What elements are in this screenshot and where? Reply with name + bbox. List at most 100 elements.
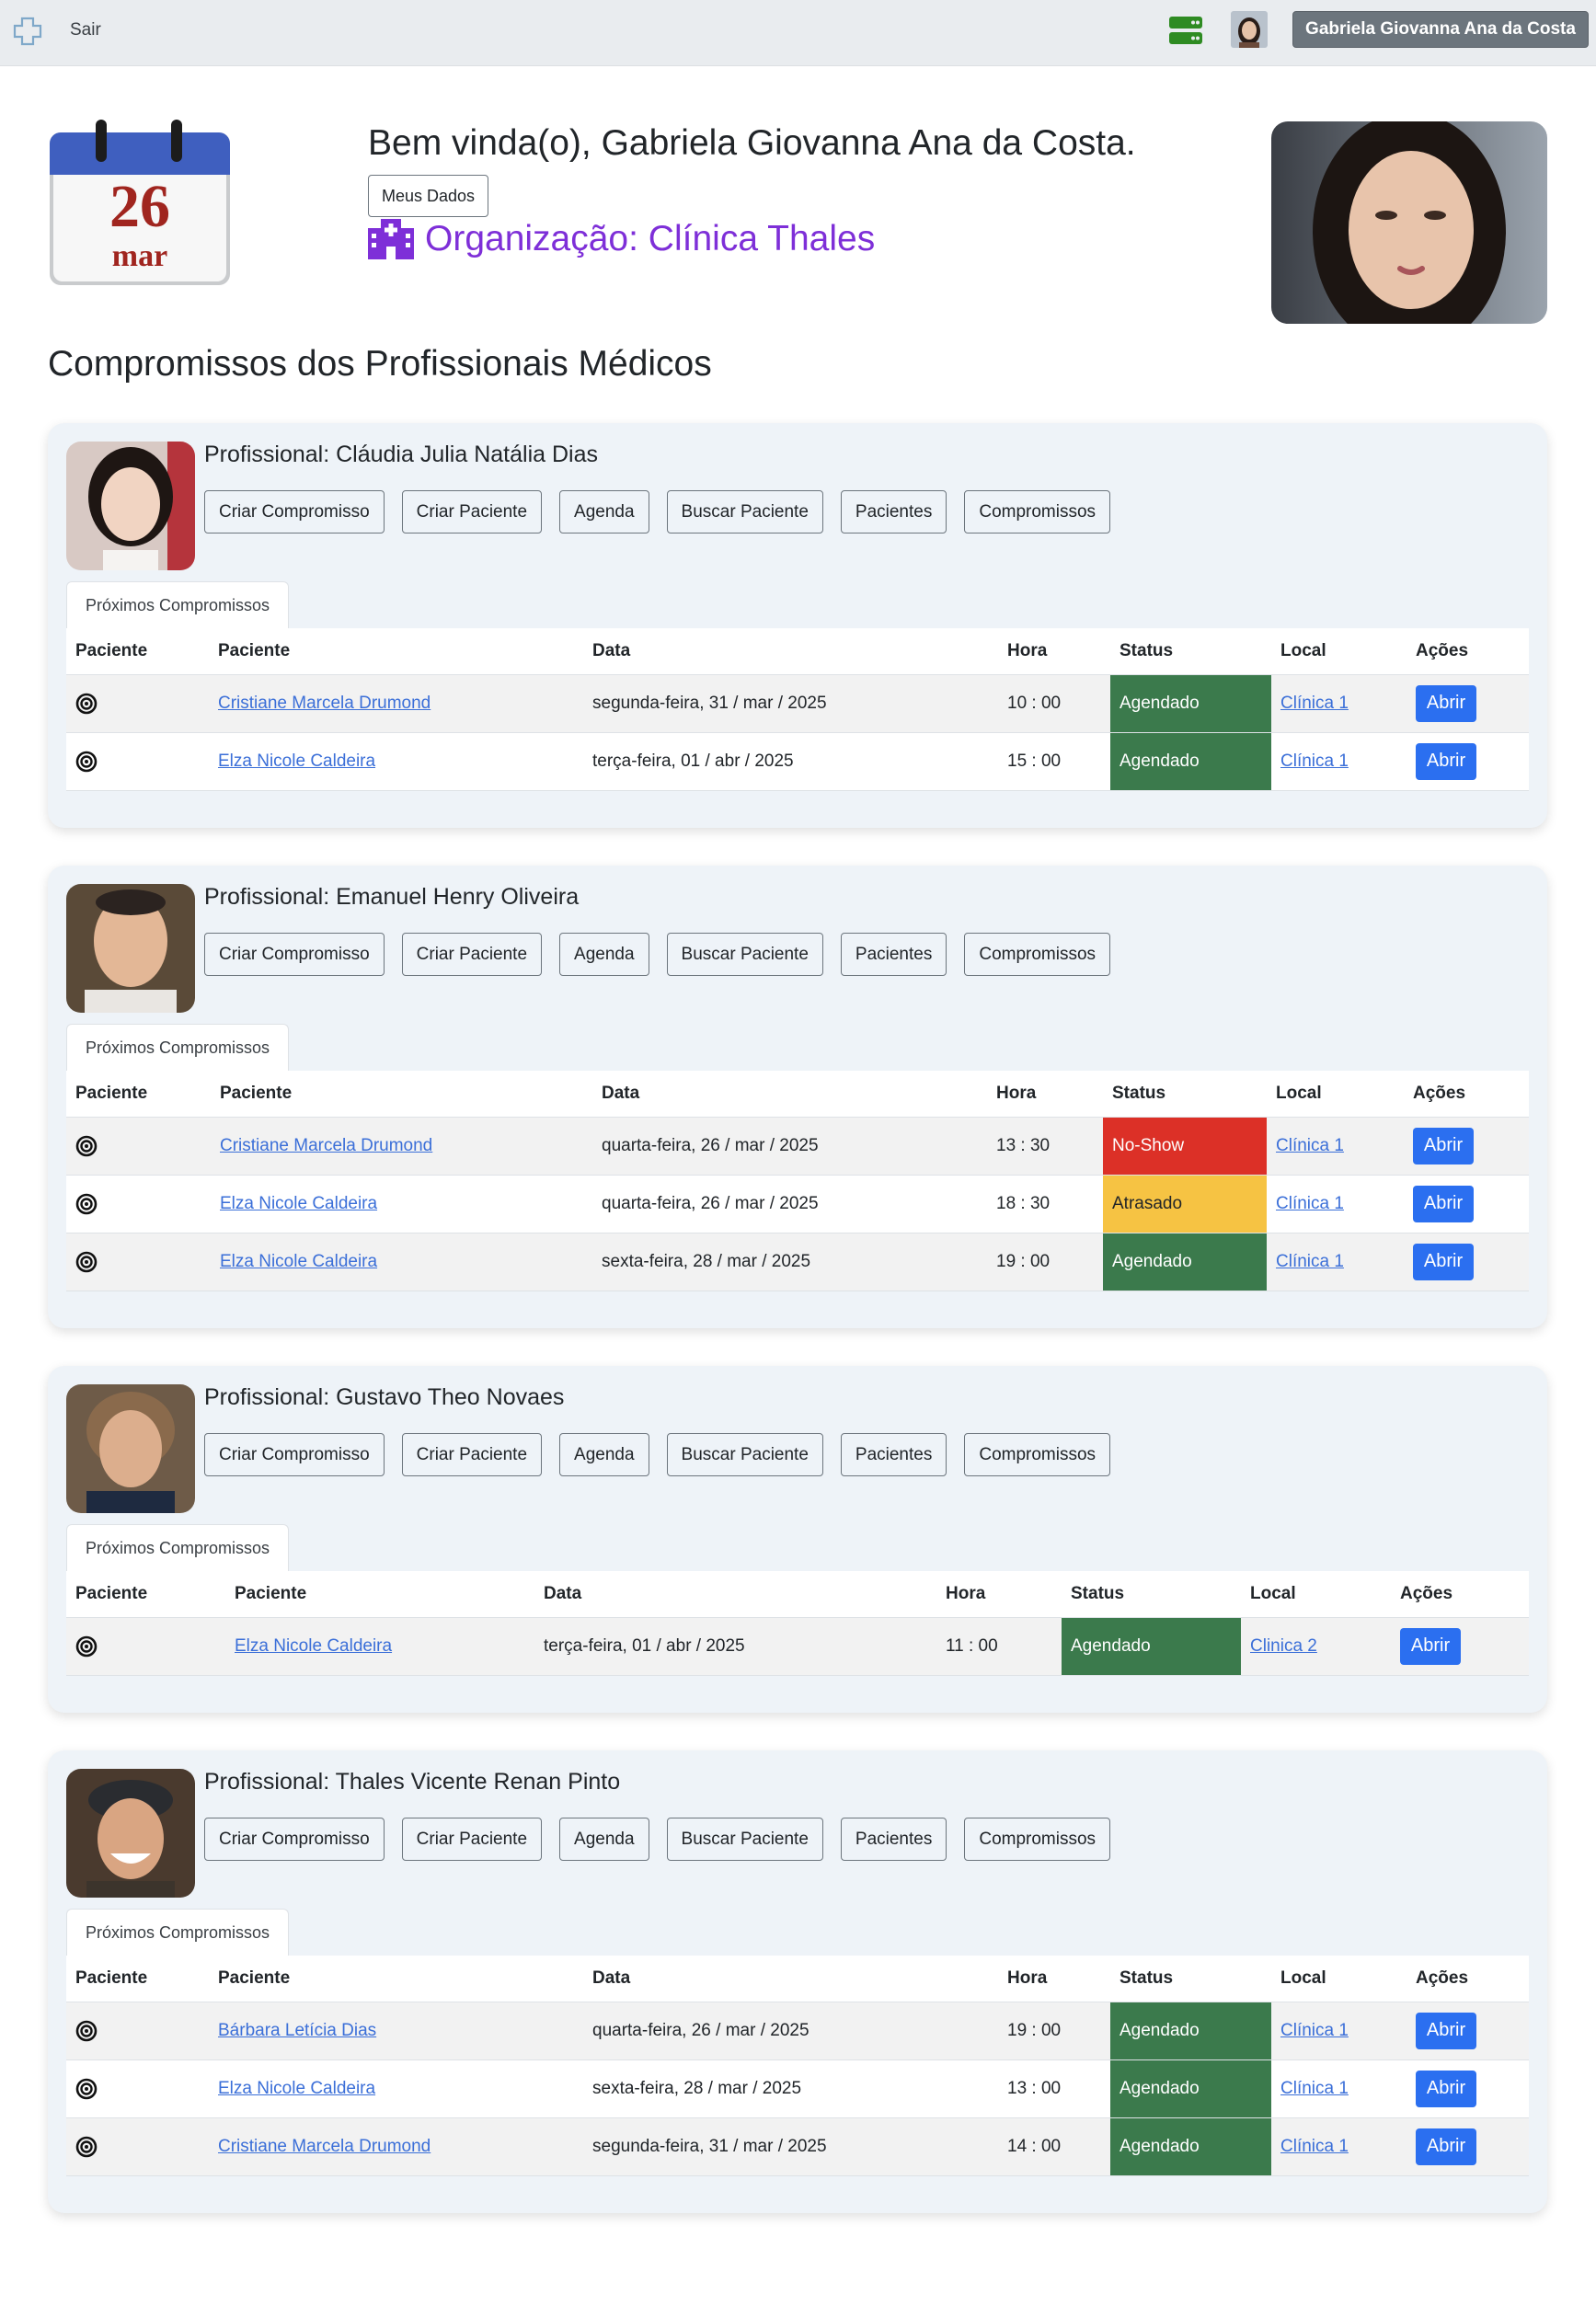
profile-photo [1271,121,1547,324]
appointment-time: 19 : 00 [998,2002,1110,2060]
create-patient-button[interactable]: Criar Paciente [401,1818,543,1861]
appointments-button[interactable]: Compromissos [964,1433,1111,1476]
appointments-button[interactable]: Compromissos [964,1818,1111,1861]
patient-link[interactable]: Elza Nicole Caldeira [218,751,375,771]
welcome-heading: Bem vinda(o), Gabriela Giovanna Ana da C… [368,123,1136,163]
organization-name: Organização: Clínica Thales [425,219,876,258]
appointment-time: 13 : 30 [987,1117,1103,1176]
target-icon[interactable] [75,751,98,773]
tab-upcoming-appointments[interactable]: Próximos Compromissos [66,1909,290,1956]
appointment-date: sexta-feira, 28 / mar / 2025 [592,1233,987,1291]
open-button[interactable]: Abrir [1413,1127,1474,1164]
appointment-time: 10 : 00 [998,674,1110,733]
column-header: Hora [987,1071,1103,1118]
target-icon[interactable] [75,1251,98,1273]
search-patient-button[interactable]: Buscar Paciente [666,933,823,976]
column-header: Status [1110,628,1271,675]
target-icon[interactable] [75,2020,98,2042]
patient-link[interactable]: Cristiane Marcela Drumond [218,694,431,713]
agenda-button[interactable]: Agenda [559,490,649,533]
create-appointment-button[interactable]: Criar Compromisso [204,490,385,533]
create-patient-button[interactable]: Criar Paciente [401,933,543,976]
create-appointment-button[interactable]: Criar Compromisso [204,1818,385,1861]
appointment-date: quarta-feira, 26 / mar / 2025 [592,1175,987,1233]
location-link[interactable]: Clínica 1 [1280,751,1349,771]
open-button[interactable]: Abrir [1416,742,1476,780]
appointment-date: quarta-feira, 26 / mar / 2025 [592,1117,987,1176]
search-patient-button[interactable]: Buscar Paciente [666,1433,823,1476]
patient-link[interactable]: Cristiane Marcela Drumond [218,2137,431,2156]
section-title: Compromissos dos Profissionais Médicos [48,344,712,384]
create-patient-button[interactable]: Criar Paciente [401,1433,543,1476]
column-header: Data [583,628,998,675]
table-row: Cristiane Marcela Drumond segunda-feira,… [66,2117,1529,2176]
column-header: Status [1103,1071,1267,1118]
patients-button[interactable]: Pacientes [840,933,947,976]
agenda-button[interactable]: Agenda [559,1433,649,1476]
table-row: Elza Nicole Caldeira sexta-feira, 28 / m… [66,2059,1529,2118]
location-link[interactable]: Clínica 1 [1276,1252,1344,1271]
create-patient-button[interactable]: Criar Paciente [401,490,543,533]
patient-link[interactable]: Elza Nicole Caldeira [218,2079,375,2098]
user-menu-button[interactable]: Gabriela Giovanna Ana da Costa [1292,11,1589,48]
location-link[interactable]: Clínica 1 [1276,1194,1344,1213]
tab-upcoming-appointments[interactable]: Próximos Compromissos [66,1524,290,1572]
target-icon[interactable] [75,2136,98,2158]
target-icon[interactable] [75,1635,98,1658]
location-link[interactable]: Clinica 2 [1250,1636,1317,1656]
open-button[interactable]: Abrir [1413,1243,1474,1280]
appointment-time: 13 : 00 [998,2059,1110,2118]
location-link[interactable]: Clínica 1 [1276,1136,1344,1155]
location-link[interactable]: Clínica 1 [1280,2137,1349,2156]
my-data-button[interactable]: Meus Dados [368,175,489,217]
location-link[interactable]: Clínica 1 [1280,2021,1349,2040]
patients-button[interactable]: Pacientes [840,1818,947,1861]
medical-cross-logo-icon[interactable] [11,15,44,48]
agenda-button[interactable]: Agenda [559,1818,649,1861]
column-header: Paciente [66,1956,209,2002]
location-link[interactable]: Clínica 1 [1280,694,1349,713]
patient-link[interactable]: Bárbara Letícia Dias [218,2021,376,2040]
tab-upcoming-appointments[interactable]: Próximos Compromissos [66,1024,290,1072]
patients-button[interactable]: Pacientes [840,1433,947,1476]
status-cell: Agendado [1110,732,1271,791]
status-cell: Agendado [1110,2002,1271,2060]
patients-button[interactable]: Pacientes [840,490,947,533]
professional-name: Profissional: Gustavo Theo Novaes [204,1384,565,1410]
patient-link[interactable]: Cristiane Marcela Drumond [220,1136,432,1155]
search-patient-button[interactable]: Buscar Paciente [666,490,823,533]
table-row: Elza Nicole Caldeira sexta-feira, 28 / m… [66,1233,1529,1291]
column-header: Hora [998,628,1110,675]
create-appointment-button[interactable]: Criar Compromisso [204,933,385,976]
target-icon[interactable] [75,1135,98,1157]
open-button[interactable]: Abrir [1416,684,1476,722]
server-icon[interactable] [1169,15,1202,46]
patient-link[interactable]: Elza Nicole Caldeira [220,1194,377,1213]
professional-card: Profissional: Cláudia Julia Natália Dias… [48,423,1547,828]
user-avatar[interactable] [1231,11,1268,48]
column-header: Local [1271,1956,1407,2002]
create-appointment-button[interactable]: Criar Compromisso [204,1433,385,1476]
patient-link[interactable]: Elza Nicole Caldeira [235,1636,392,1656]
professional-card: Profissional: Emanuel Henry Oliveira Cri… [48,866,1547,1328]
open-button[interactable]: Abrir [1413,1185,1474,1222]
open-button[interactable]: Abrir [1416,2070,1476,2107]
search-patient-button[interactable]: Buscar Paciente [666,1818,823,1861]
table-row: Bárbara Letícia Dias quarta-feira, 26 / … [66,2002,1529,2060]
professional-actions: Criar Compromisso Criar Paciente Agenda … [204,490,1111,533]
open-button[interactable]: Abrir [1400,1627,1461,1665]
appointments-button[interactable]: Compromissos [964,933,1111,976]
target-icon[interactable] [75,1193,98,1215]
target-icon[interactable] [75,2078,98,2100]
patient-link[interactable]: Elza Nicole Caldeira [220,1252,377,1271]
open-button[interactable]: Abrir [1416,2012,1476,2049]
agenda-button[interactable]: Agenda [559,933,649,976]
tab-upcoming-appointments[interactable]: Próximos Compromissos [66,581,290,629]
appointments-button[interactable]: Compromissos [964,490,1111,533]
column-header: Ações [1407,1956,1529,2002]
logout-link[interactable]: Sair [70,20,101,40]
open-button[interactable]: Abrir [1416,2128,1476,2165]
location-link[interactable]: Clínica 1 [1280,2079,1349,2098]
professional-actions: Criar Compromisso Criar Paciente Agenda … [204,933,1111,976]
target-icon[interactable] [75,693,98,715]
